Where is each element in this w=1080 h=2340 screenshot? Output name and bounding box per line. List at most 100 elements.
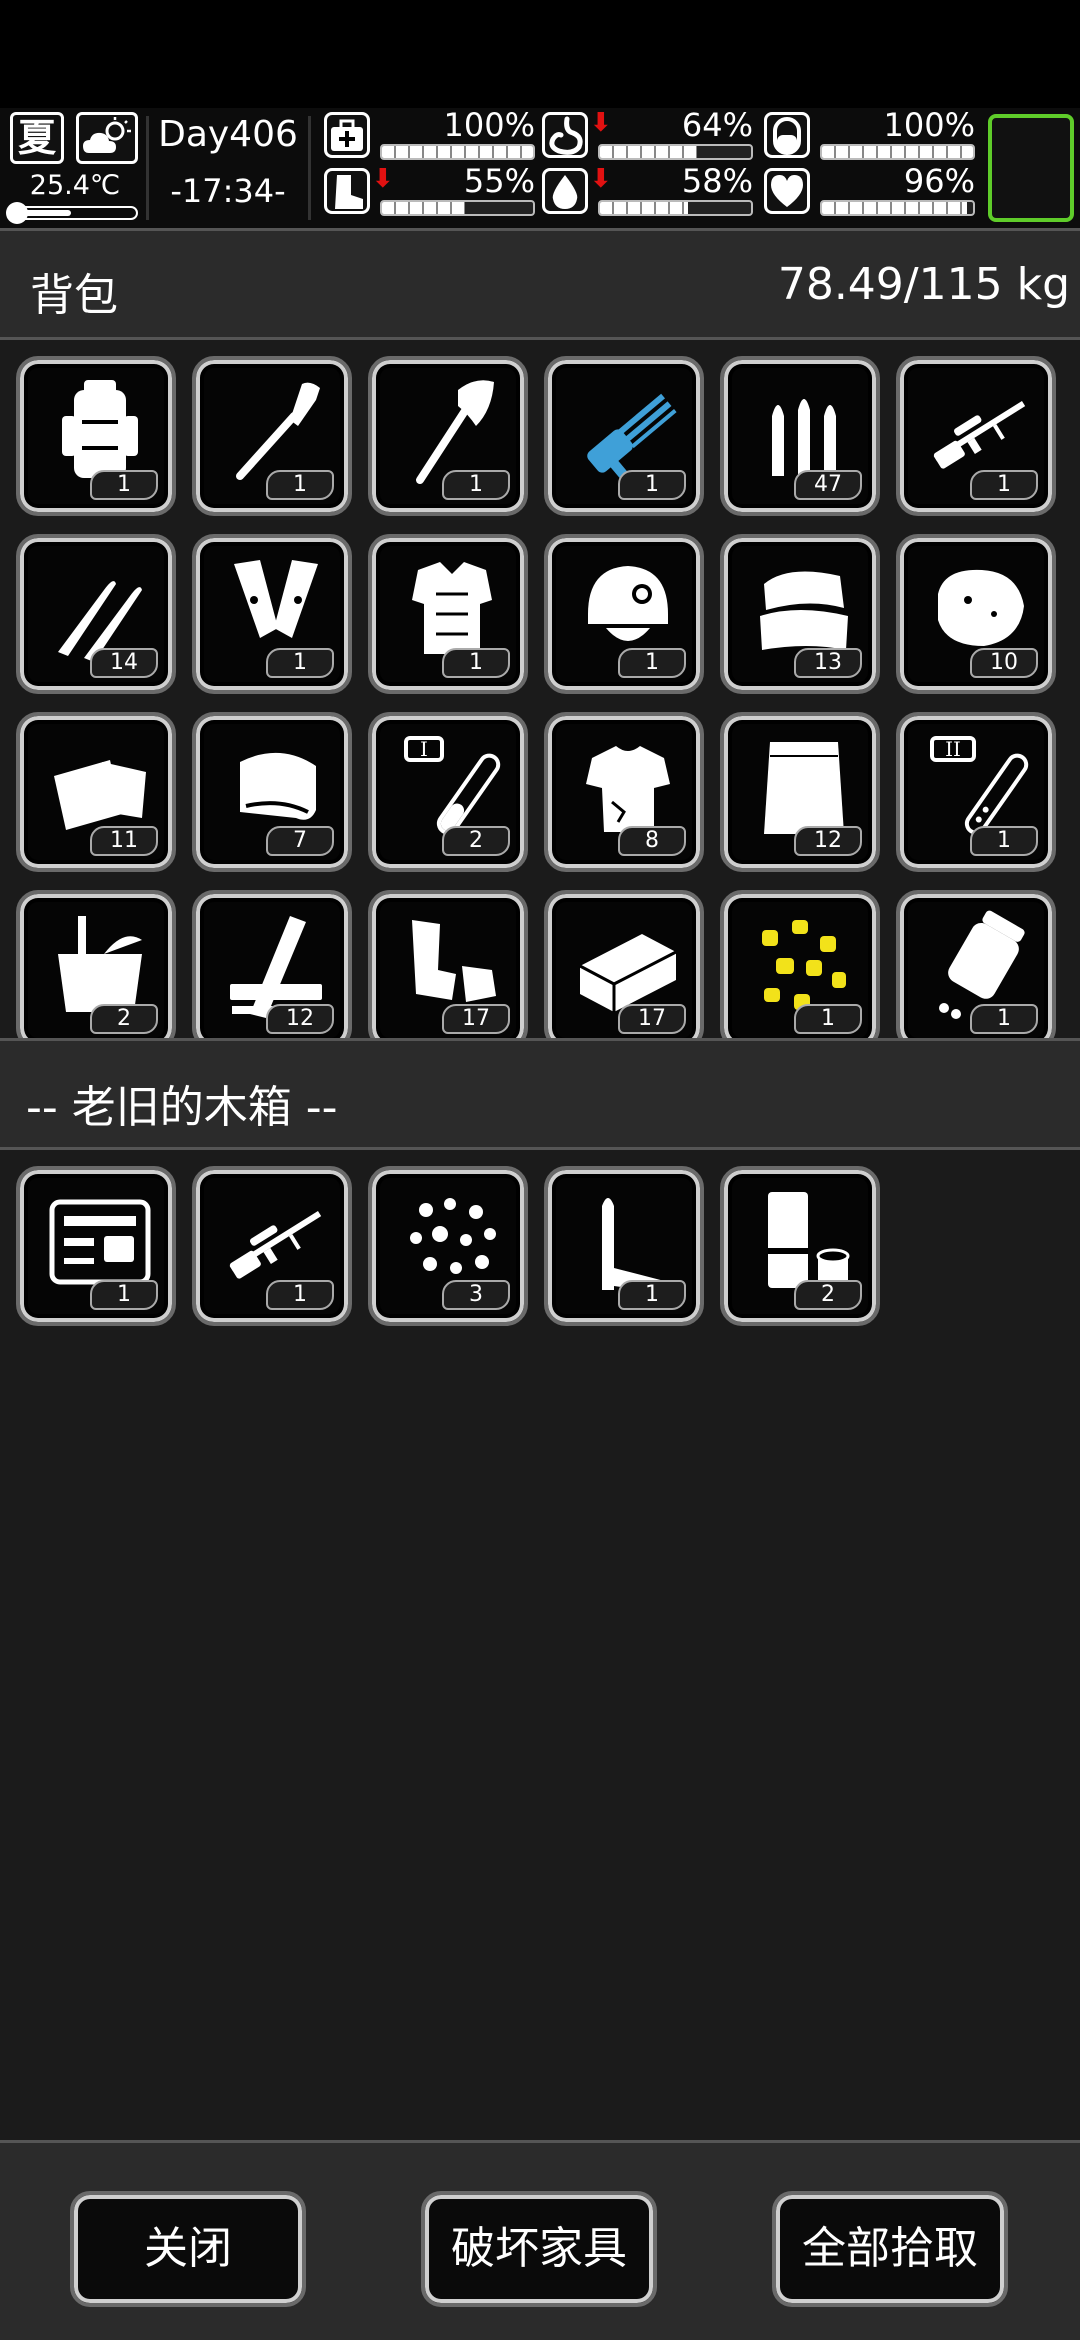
stat-stamina: ⬇ 55% xyxy=(324,164,539,220)
item-quantity: 17 xyxy=(618,1004,686,1034)
stat-bar xyxy=(380,144,535,160)
item-quantity: 1 xyxy=(442,648,510,678)
thermometer-icon xyxy=(6,202,138,224)
container-title: -- 老旧的木箱 -- xyxy=(26,1082,338,1133)
day-counter: Day406 xyxy=(158,114,298,155)
item-quantity: 1 xyxy=(442,470,510,500)
temperature-readout: 25.4℃ xyxy=(29,170,121,201)
stomach-icon xyxy=(542,112,588,158)
backpack-item-slot[interactable]: 2 xyxy=(16,890,176,1038)
water-drop-icon xyxy=(542,168,588,214)
stat-mood: 96% xyxy=(764,164,979,220)
backpack-item-slot[interactable]: 11 xyxy=(16,712,176,872)
item-quantity: 1 xyxy=(266,1280,334,1310)
container-grid[interactable]: 1 1 3 1 2 xyxy=(0,1150,1080,2140)
destroy-furniture-button[interactable]: 破坏家具 xyxy=(421,2191,657,2307)
take-all-button[interactable]: 全部拾取 xyxy=(772,2191,1008,2307)
stat-percent: 55% xyxy=(463,162,535,200)
item-quantity: 1 xyxy=(618,1280,686,1310)
container-item-slot[interactable]: 2 xyxy=(720,1166,880,1326)
item-quantity: 1 xyxy=(90,1280,158,1310)
stat-hunger: ⬇ 64% xyxy=(542,108,757,164)
backpack-item-slot[interactable]: 1 xyxy=(368,534,528,694)
backpack-weight: 78.49/115 kg xyxy=(777,259,1070,310)
stat-bar xyxy=(598,144,753,160)
item-quantity: 12 xyxy=(794,826,862,856)
item-quantity: 10 xyxy=(970,648,1038,678)
backpack-grid[interactable]: 1 1 1 1 47 1 14 1 1 1 13 10 11 7 I 2 8 12 II 1 2 12 17 17 1 1 xyxy=(0,340,1080,1038)
item-quantity: 17 xyxy=(442,1004,510,1034)
stat-percent: 100% xyxy=(883,106,975,144)
item-quantity: 2 xyxy=(442,826,510,856)
backpack-item-slot[interactable]: 1 xyxy=(720,890,880,1038)
item-quantity: 2 xyxy=(90,1004,158,1034)
backpack-item-slot[interactable]: 1 xyxy=(544,356,704,516)
backpack-title: 背包 xyxy=(30,270,118,321)
item-quantity: 8 xyxy=(618,826,686,856)
backpack-item-slot[interactable]: 47 xyxy=(720,356,880,516)
stat-percent: 64% xyxy=(681,106,753,144)
backpack-item-slot[interactable]: 17 xyxy=(368,890,528,1038)
item-quantity: 1 xyxy=(970,1004,1038,1034)
stat-sanity: 100% xyxy=(764,108,979,164)
item-quantity: 1 xyxy=(266,648,334,678)
backpack-item-slot[interactable]: 12 xyxy=(192,890,352,1038)
item-quantity: 1 xyxy=(970,470,1038,500)
game-clock: -17:34- xyxy=(170,172,286,210)
backpack-item-slot[interactable]: 8 xyxy=(544,712,704,872)
container-item-slot[interactable]: 1 xyxy=(192,1166,352,1326)
svg-text:II: II xyxy=(945,737,961,761)
backpack-header: 背包 78.49/115 kg xyxy=(0,228,1080,340)
stat-bar xyxy=(380,200,535,216)
backpack-item-slot[interactable]: 1 xyxy=(896,356,1056,516)
item-quantity: 13 xyxy=(794,648,862,678)
stat-percent: 96% xyxy=(903,162,975,200)
status-bar: 夏 25.4℃ Day406 -17:34- 100% ⬇ 64% 100% ⬇ 55% ⬇… xyxy=(0,108,1080,228)
stat-health: 100% xyxy=(324,108,539,164)
stat-bar xyxy=(598,200,753,216)
backpack-item-slot[interactable]: 12 xyxy=(720,712,880,872)
backpack-item-slot[interactable]: II 1 xyxy=(896,712,1056,872)
decrease-arrow-icon: ⬇ xyxy=(590,164,612,194)
backpack-item-slot[interactable]: 17 xyxy=(544,890,704,1038)
stat-bar xyxy=(820,200,975,216)
equipped-item-slot[interactable] xyxy=(988,114,1074,222)
container-item-slot[interactable]: 3 xyxy=(368,1166,528,1326)
backpack-item-slot[interactable]: 1 xyxy=(192,534,352,694)
item-quantity: 1 xyxy=(90,470,158,500)
svg-text:I: I xyxy=(420,737,428,761)
backpack-item-slot[interactable]: 13 xyxy=(720,534,880,694)
item-quantity: 3 xyxy=(442,1280,510,1310)
item-quantity: 1 xyxy=(970,826,1038,856)
backpack-item-slot[interactable]: 14 xyxy=(16,534,176,694)
backpack-item-slot[interactable]: 1 xyxy=(544,534,704,694)
item-quantity: 14 xyxy=(90,648,158,678)
item-quantity: 1 xyxy=(618,648,686,678)
item-quantity: 1 xyxy=(618,470,686,500)
backpack-item-slot[interactable]: 1 xyxy=(896,890,1056,1038)
container-item-slot[interactable]: 1 xyxy=(16,1166,176,1326)
item-quantity: 1 xyxy=(266,470,334,500)
medkit-icon xyxy=(324,112,370,158)
close-button[interactable]: 关闭 xyxy=(70,2191,306,2307)
container-item-slot[interactable]: 1 xyxy=(544,1166,704,1326)
container-header: -- 老旧的木箱 -- xyxy=(0,1038,1080,1150)
item-quantity: 7 xyxy=(266,826,334,856)
backpack-item-slot[interactable]: 1 xyxy=(16,356,176,516)
backpack-item-slot[interactable]: I2 xyxy=(368,712,528,872)
season-badge: 夏 xyxy=(10,112,64,164)
mind-icon xyxy=(764,112,810,158)
boot-icon xyxy=(324,168,370,214)
backpack-item-slot[interactable]: 10 xyxy=(896,534,1056,694)
action-bar: 关闭 破坏家具 全部拾取 xyxy=(0,2140,1080,2340)
stat-percent: 58% xyxy=(681,162,753,200)
partly-cloudy-icon xyxy=(76,112,138,164)
item-quantity: 47 xyxy=(794,470,862,500)
decrease-arrow-icon: ⬇ xyxy=(372,164,394,194)
backpack-item-slot[interactable]: 1 xyxy=(368,356,528,516)
item-quantity: 11 xyxy=(90,826,158,856)
backpack-item-slot[interactable]: 7 xyxy=(192,712,352,872)
item-quantity: 1 xyxy=(794,1004,862,1034)
backpack-item-slot[interactable]: 1 xyxy=(192,356,352,516)
decrease-arrow-icon: ⬇ xyxy=(590,108,612,138)
